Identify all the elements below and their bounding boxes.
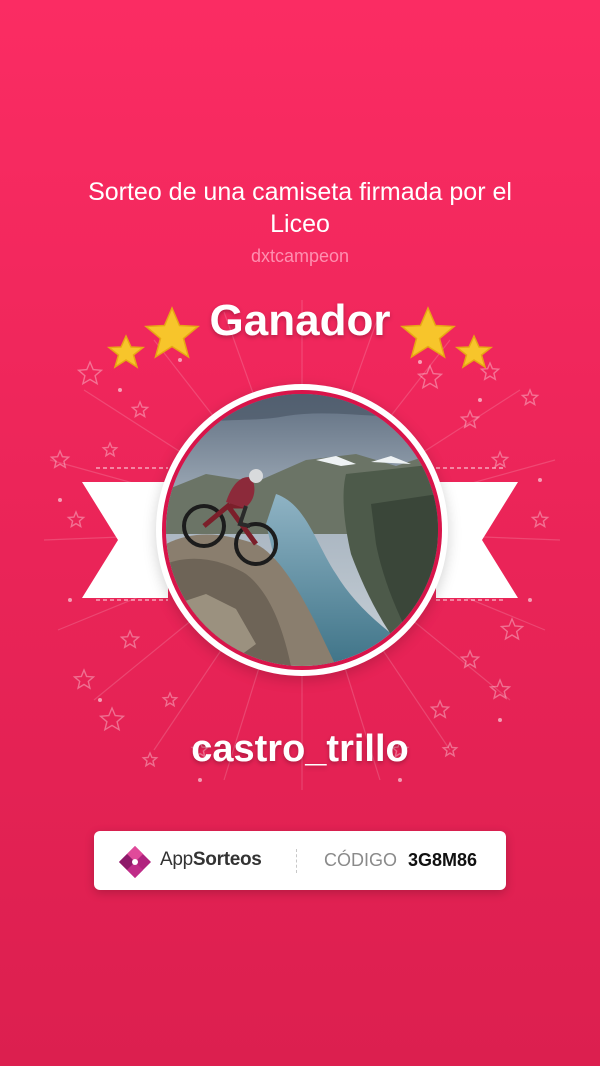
code-label: CÓDIGO [324,850,398,870]
raffle-title: Sorteo de una camiseta firmada por el Li… [88,178,512,238]
appsorteos-logo-icon [119,846,151,878]
star-icon [400,306,494,369]
winner-username: castro_trillo [191,728,409,770]
code-value: 3G8M86 [408,850,478,870]
raffle-organizer: dxtcampeon [250,246,350,266]
winner-avatar [166,394,438,666]
appsorteos-brand: AppSorteos [160,849,262,871]
brand-prefix: App [160,849,193,870]
star-icon [106,306,200,369]
winner-heading: Ganador [209,296,391,345]
certificate-badge: AppSorteos CÓDIGO 3G8M86 [94,831,506,890]
divider [296,849,297,873]
brand-suffix: Sorteos [192,849,262,870]
